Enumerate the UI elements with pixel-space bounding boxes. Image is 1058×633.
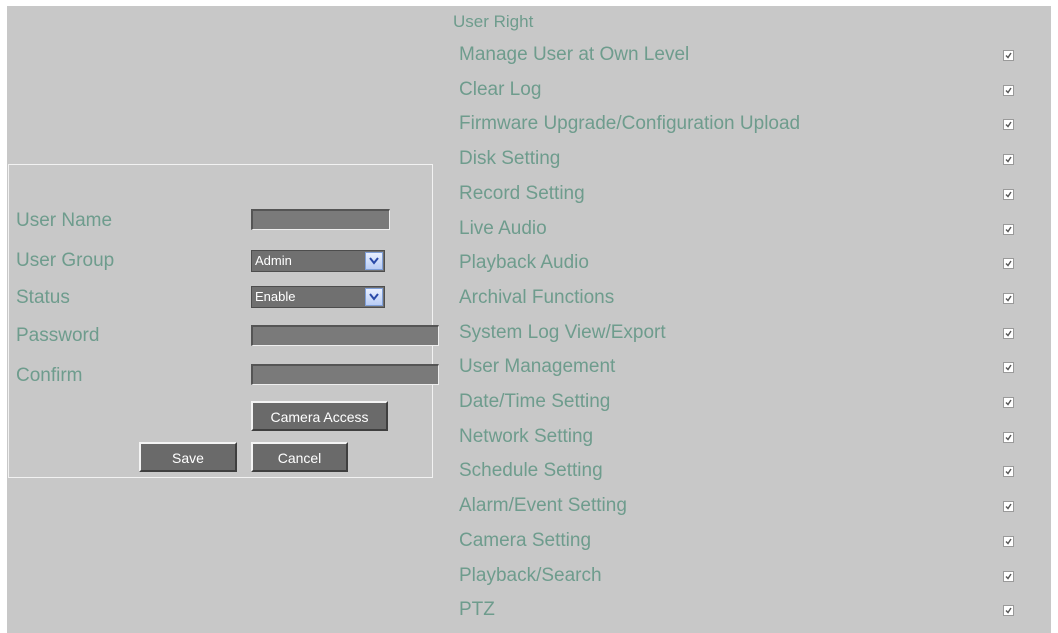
checkmark-icon bbox=[1005, 87, 1012, 94]
checkmark-icon bbox=[1005, 260, 1012, 267]
user-right-row: Schedule Setting bbox=[459, 458, 1019, 488]
user-right-label: System Log View/Export bbox=[459, 322, 666, 343]
user-right-checkbox[interactable] bbox=[1003, 85, 1014, 96]
password-input[interactable] bbox=[251, 325, 439, 346]
user-right-label: Camera Setting bbox=[459, 530, 592, 551]
user-name-input[interactable] bbox=[251, 209, 390, 230]
user-right-checkbox[interactable] bbox=[1003, 328, 1014, 339]
user-right-row: Date/Time Setting bbox=[459, 389, 1019, 419]
checkmark-icon bbox=[1005, 503, 1012, 510]
user-right-label: Network Setting bbox=[459, 426, 594, 447]
user-right-label: Disk Setting bbox=[459, 148, 561, 169]
user-right-row: Firmware Upgrade/Configuration Upload bbox=[459, 111, 1019, 141]
user-right-checkbox[interactable] bbox=[1003, 50, 1014, 61]
checkmark-icon bbox=[1005, 538, 1012, 545]
checkmark-icon bbox=[1005, 607, 1012, 614]
user-right-checkbox[interactable] bbox=[1003, 293, 1014, 304]
user-right-label: Manage User at Own Level bbox=[459, 44, 690, 65]
status-label: Status bbox=[16, 287, 70, 308]
checkmark-icon bbox=[1005, 156, 1012, 163]
user-right-row: PTZ bbox=[459, 597, 1019, 627]
user-right-row: Playback/Search bbox=[459, 563, 1019, 593]
user-right-checkbox[interactable] bbox=[1003, 536, 1014, 547]
user-group-value: Admin bbox=[255, 253, 292, 268]
user-right-label: Clear Log bbox=[459, 79, 542, 100]
status-select[interactable]: Enable bbox=[251, 286, 385, 308]
user-right-label: Alarm/Event Setting bbox=[459, 495, 627, 516]
user-right-checkbox[interactable] bbox=[1003, 362, 1014, 373]
user-right-label: Live Audio bbox=[459, 218, 547, 239]
user-right-checkbox[interactable] bbox=[1003, 397, 1014, 408]
checkmark-icon bbox=[1005, 191, 1012, 198]
camera-access-button[interactable]: Camera Access bbox=[251, 401, 388, 431]
checkmark-icon bbox=[1005, 434, 1012, 441]
user-right-row: Camera Setting bbox=[459, 528, 1019, 558]
checkmark-icon bbox=[1005, 121, 1012, 128]
user-right-label: User Management bbox=[459, 356, 616, 377]
user-right-label: Date/Time Setting bbox=[459, 391, 611, 412]
user-right-row: Archival Functions bbox=[459, 285, 1019, 315]
cancel-button[interactable]: Cancel bbox=[251, 442, 348, 472]
checkmark-icon bbox=[1005, 295, 1012, 302]
user-right-checkbox[interactable] bbox=[1003, 224, 1014, 235]
user-right-title: User Right bbox=[453, 12, 534, 31]
confirm-label: Confirm bbox=[16, 365, 83, 386]
checkmark-icon bbox=[1005, 226, 1012, 233]
user-right-label: Archival Functions bbox=[459, 287, 615, 308]
user-right-row: Clear Log bbox=[459, 77, 1019, 107]
save-button[interactable]: Save bbox=[139, 442, 237, 472]
user-name-label: User Name bbox=[16, 210, 113, 231]
user-right-checkbox[interactable] bbox=[1003, 571, 1014, 582]
checkmark-icon bbox=[1005, 330, 1012, 337]
password-label: Password bbox=[16, 325, 100, 346]
checkmark-icon bbox=[1005, 573, 1012, 580]
chevron-down-icon[interactable] bbox=[365, 288, 383, 306]
user-right-row: User Management bbox=[459, 354, 1019, 384]
chevron-down-icon[interactable] bbox=[365, 252, 383, 270]
user-right-row: Record Setting bbox=[459, 181, 1019, 211]
user-right-checkbox[interactable] bbox=[1003, 466, 1014, 477]
checkmark-icon bbox=[1005, 468, 1012, 475]
user-right-checkbox[interactable] bbox=[1003, 189, 1014, 200]
user-right-checkbox[interactable] bbox=[1003, 154, 1014, 165]
user-right-row: Manage User at Own Level bbox=[459, 42, 1019, 72]
user-group-label: User Group bbox=[16, 250, 115, 271]
user-right-row: Network Setting bbox=[459, 424, 1019, 454]
user-right-checkbox[interactable] bbox=[1003, 432, 1014, 443]
user-right-checkbox[interactable] bbox=[1003, 258, 1014, 269]
user-right-row: Disk Setting bbox=[459, 146, 1019, 176]
confirm-password-input[interactable] bbox=[251, 364, 439, 385]
user-right-label: Schedule Setting bbox=[459, 460, 603, 481]
checkmark-icon bbox=[1005, 52, 1012, 59]
user-right-row: System Log View/Export bbox=[459, 320, 1019, 350]
user-right-label: Firmware Upgrade/Configuration Upload bbox=[459, 113, 801, 134]
user-right-checkbox[interactable] bbox=[1003, 119, 1014, 130]
user-right-row: Alarm/Event Setting bbox=[459, 493, 1019, 523]
checkmark-icon bbox=[1005, 399, 1012, 406]
status-value: Enable bbox=[255, 289, 296, 304]
checkmark-icon bbox=[1005, 364, 1012, 371]
user-right-label: Playback/Search bbox=[459, 565, 602, 586]
user-right-label: Record Setting bbox=[459, 183, 585, 204]
user-right-row: Live Audio bbox=[459, 216, 1019, 246]
user-right-label: PTZ bbox=[459, 599, 495, 620]
user-right-label: Playback Audio bbox=[459, 252, 589, 273]
user-right-checkbox[interactable] bbox=[1003, 605, 1014, 616]
user-group-select[interactable]: Admin bbox=[251, 250, 385, 272]
user-right-checkbox[interactable] bbox=[1003, 501, 1014, 512]
user-right-row: Playback Audio bbox=[459, 250, 1019, 280]
